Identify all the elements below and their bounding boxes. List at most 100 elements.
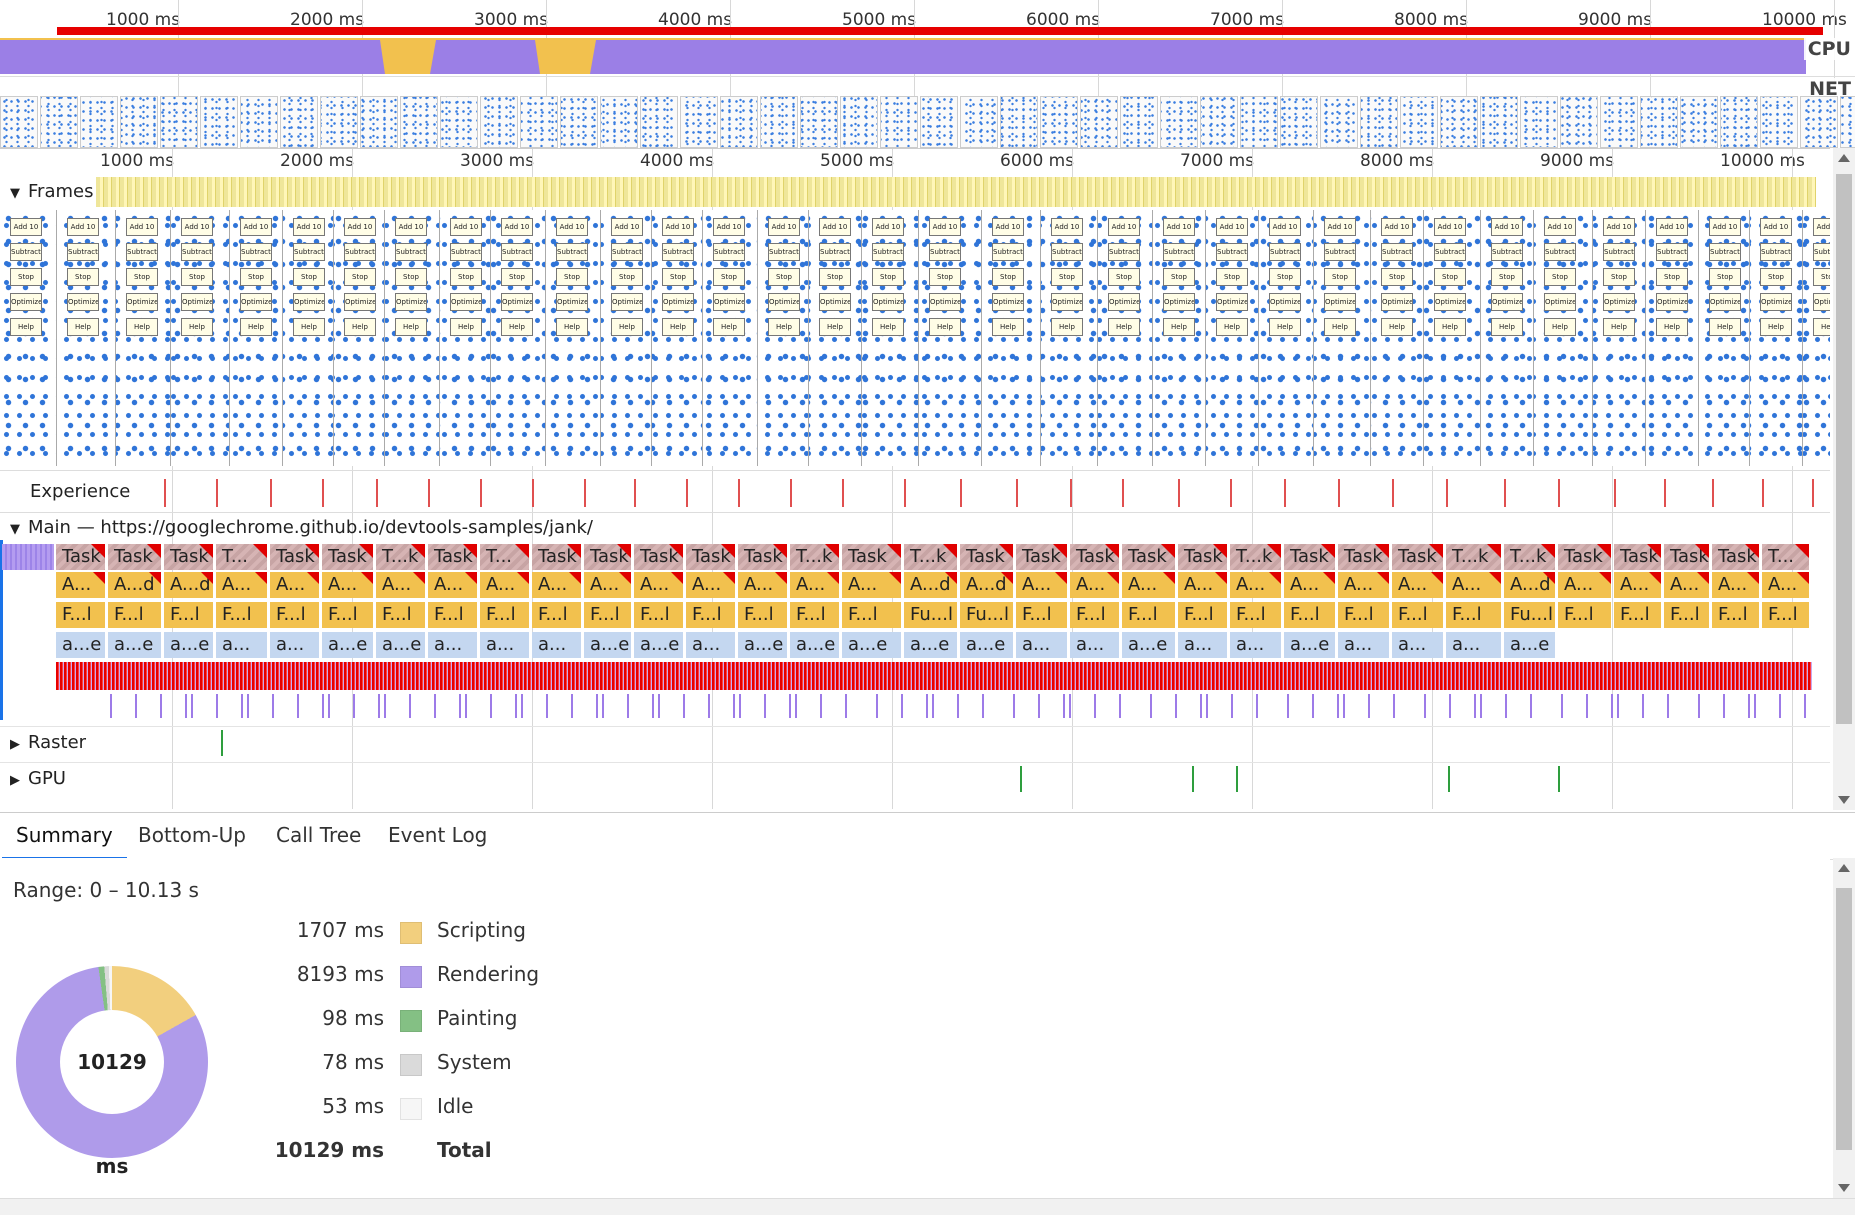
filmstrip-thumbnail[interactable] — [1760, 96, 1798, 148]
frames-track-header[interactable]: ▼ Frames — [10, 181, 93, 202]
frame-screenshot[interactable]: Add 10 Subtract 10 Stop Optimize Help — [1424, 210, 1481, 466]
layout-event[interactable] — [515, 694, 517, 718]
anonymous-function-block[interactable]: a...e — [376, 632, 426, 658]
frame-screenshot[interactable]: Add 10 Subtract 10 Stop Optimize Help — [809, 210, 862, 466]
layout-shift-marker[interactable] — [960, 479, 962, 507]
task-block[interactable]: Task — [1712, 544, 1760, 570]
layout-shift-marker[interactable] — [1392, 479, 1394, 507]
layout-event[interactable] — [764, 694, 766, 718]
tab-event-log[interactable]: Event Log — [374, 813, 501, 857]
function-call-block[interactable]: F...l — [1016, 602, 1068, 628]
frame-screenshot[interactable]: Add 10 Subtract 10 Stop Optimize Help — [1481, 210, 1534, 466]
task-block[interactable]: Task — [270, 544, 320, 570]
function-call-block[interactable]: F...l — [480, 602, 530, 628]
layout-event[interactable] — [876, 694, 878, 718]
task-block[interactable]: Task — [1016, 544, 1068, 570]
function-call-block[interactable]: F...l — [1284, 602, 1336, 628]
layout-event[interactable] — [1069, 694, 1071, 718]
filmstrip-thumbnail[interactable] — [240, 96, 278, 148]
frame-screenshot[interactable]: Add 10 Subtract 10 Stop Optimize Help — [57, 210, 116, 466]
scroll-down-icon[interactable] — [1838, 1184, 1850, 1192]
task-block[interactable]: Task — [1392, 544, 1444, 570]
task-block[interactable]: T...k — [1446, 544, 1502, 570]
task-block[interactable]: Task — [322, 544, 374, 570]
layout-event[interactable] — [1150, 694, 1152, 718]
layout-event[interactable] — [1013, 694, 1015, 718]
frame-screenshot[interactable]: Add 10 Subtract 10 Stop Optimize Help — [1534, 210, 1593, 466]
filmstrip-thumbnail[interactable] — [1440, 96, 1478, 148]
anonymous-function-block[interactable]: a...e — [960, 632, 1014, 658]
filmstrip-thumbnail[interactable] — [840, 96, 878, 148]
layout-event[interactable] — [901, 694, 903, 718]
gpu-event[interactable] — [1236, 766, 1238, 792]
function-call-block[interactable]: F...l — [1614, 602, 1662, 628]
anonymous-function-block[interactable]: a... — [1178, 632, 1228, 658]
filmstrip-thumbnail[interactable] — [1240, 96, 1278, 148]
function-call-block[interactable]: F...l — [270, 602, 320, 628]
collapse-triangle-icon[interactable]: ▼ — [10, 186, 20, 201]
scroll-up-icon[interactable] — [1838, 864, 1850, 872]
layout-event[interactable] — [957, 694, 959, 718]
layout-event[interactable] — [322, 694, 324, 718]
task-block[interactable]: Task — [164, 544, 214, 570]
filmstrip-thumbnail[interactable] — [1480, 96, 1518, 148]
filmstrip-thumbnail[interactable] — [1680, 96, 1718, 148]
filmstrip-thumbnail[interactable] — [160, 96, 198, 148]
frame-screenshot[interactable]: Add 10 Subtract 10 Stop Optimize Help — [1646, 210, 1699, 466]
function-call-block[interactable]: Fu...l — [904, 602, 958, 628]
layout-shift-marker[interactable] — [480, 479, 482, 507]
filmstrip-thumbnail[interactable] — [1800, 96, 1838, 148]
layout-shift-marker[interactable] — [686, 479, 688, 507]
anonymous-function-block[interactable]: a...e — [842, 632, 902, 658]
animation-frame-block[interactable]: A... — [1614, 572, 1662, 598]
animation-frame-block[interactable]: A... — [1558, 572, 1612, 598]
layout-event[interactable] — [658, 694, 660, 718]
layout-event[interactable] — [434, 694, 436, 718]
filmstrip-thumbnail[interactable] — [640, 96, 678, 148]
anonymous-function-block[interactable]: a...e — [1122, 632, 1176, 658]
layout-event[interactable] — [247, 694, 249, 718]
layout-event[interactable] — [1667, 694, 1669, 718]
filmstrip-thumbnail[interactable] — [1400, 96, 1438, 148]
animation-frame-block[interactable]: A... — [1762, 572, 1810, 598]
filmstrip-thumbnail[interactable] — [960, 96, 998, 148]
layout-event[interactable] — [1804, 694, 1806, 718]
filmstrip-thumbnail[interactable] — [1320, 96, 1358, 148]
filmstrip-thumbnail[interactable] — [0, 96, 38, 148]
animation-frame-block[interactable]: A... — [1230, 572, 1282, 598]
layout-event[interactable] — [241, 694, 243, 718]
layout-event[interactable] — [191, 694, 193, 718]
layout-event[interactable] — [1642, 694, 1644, 718]
frame-screenshot[interactable]: Add 10 Subtract 10 Stop Optimize Help — [1699, 210, 1750, 466]
layout-event[interactable] — [627, 694, 629, 718]
frames-strip[interactable] — [96, 177, 1816, 207]
layout-event[interactable] — [1754, 694, 1756, 718]
function-call-block[interactable]: F...l — [1338, 602, 1390, 628]
filmstrip-thumbnail[interactable] — [200, 96, 238, 148]
task-block[interactable]: T... — [216, 544, 268, 570]
task-block[interactable]: Task — [1178, 544, 1228, 570]
filmstrip-thumbnail[interactable] — [1520, 96, 1558, 148]
filmstrip-thumbnail[interactable] — [1840, 96, 1855, 148]
frame-screenshot[interactable]: Add 10 Subtract 10 Stop Optimize Help — [230, 210, 283, 466]
filmstrip-thumbnail[interactable] — [1600, 96, 1638, 148]
function-call-block[interactable]: F...l — [1178, 602, 1228, 628]
filmstrip-thumbnail[interactable] — [1160, 96, 1198, 148]
function-call-block[interactable]: F...l — [1558, 602, 1612, 628]
frame-screenshot[interactable]: Add 10 Subtract 10 Stop Optimize Help — [283, 210, 334, 466]
task-block[interactable]: T... — [1762, 544, 1810, 570]
gpu-event[interactable] — [1448, 766, 1450, 792]
layout-shift-marker[interactable] — [842, 479, 844, 507]
layout-shift-marker[interactable] — [1070, 479, 1072, 507]
frame-screenshot[interactable]: Add 10 Subtract 10 Stop Optimize Help — [334, 210, 385, 466]
function-call-block[interactable]: F...l — [738, 602, 788, 628]
filmstrip-thumbnail[interactable] — [760, 96, 798, 148]
expand-triangle-icon[interactable]: ▶ — [10, 773, 20, 788]
layout-shift-marker[interactable] — [270, 479, 272, 507]
layout-shift-marker[interactable] — [1338, 479, 1340, 507]
task-block[interactable]: T...k — [904, 544, 958, 570]
anonymous-function-block[interactable]: a... — [1446, 632, 1502, 658]
layout-shift-marker[interactable] — [790, 479, 792, 507]
layout-shift-marker[interactable] — [376, 479, 378, 507]
layout-event[interactable] — [652, 694, 654, 718]
